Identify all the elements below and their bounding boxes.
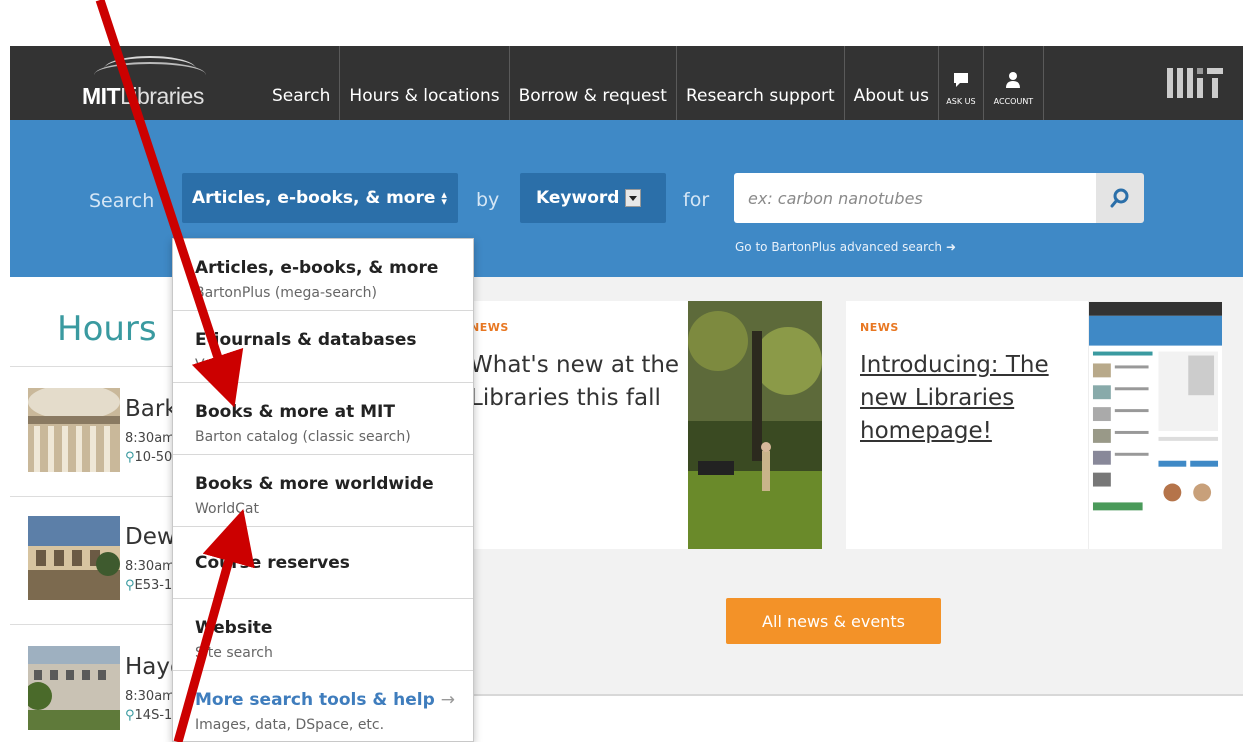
nav-hours-locations[interactable]: Hours & locations	[340, 46, 510, 120]
search-source-select[interactable]: Articles, e-books, & more ▴ ▾	[182, 173, 458, 223]
hours-title: Hours	[57, 309, 157, 349]
option-title: Course reserves	[195, 553, 350, 573]
logo-arc	[104, 56, 196, 82]
mit-libraries-logo[interactable]: MITLibraries	[82, 52, 218, 112]
user-icon	[1006, 72, 1021, 88]
map-pin-icon: ⚲	[125, 708, 135, 723]
divider	[470, 694, 1243, 696]
dropdown-option-ejournals[interactable]: E-journals & databases Vera	[173, 311, 473, 383]
news-headline[interactable]: What's new at the Libraries this fall	[470, 349, 680, 415]
location-item[interactable]: Hayden Library 8:30am ⚲14S-100	[28, 646, 301, 730]
search-label: Search	[89, 190, 155, 212]
nav-search[interactable]: Search	[272, 46, 341, 120]
advanced-search-label: Go to BartonPlus advanced search	[735, 240, 943, 254]
nav-research-support[interactable]: Research support	[677, 46, 845, 120]
option-title: More search tools & help	[195, 690, 435, 710]
arrow-right-icon: ➜	[946, 240, 957, 254]
option-subtitle: BartonPlus (mega-search)	[195, 285, 378, 301]
select-caret-icon: ▴ ▾	[441, 188, 447, 208]
news-headline[interactable]: Introducing: The new Libraries homepage!	[860, 349, 1080, 448]
nav-about-us[interactable]: About us	[845, 46, 939, 120]
for-label: for	[683, 189, 710, 211]
chat-bubble-icon	[953, 73, 968, 87]
dropdown-option-books-worldwide[interactable]: Books & more worldwide WorldCat	[173, 455, 473, 527]
news-card[interactable]: NEWS Introducing: The new Libraries home…	[846, 301, 1222, 549]
account-label: ACCOUNT	[993, 97, 1034, 106]
dropdown-option-articles[interactable]: Articles, e-books, & more BartonPlus (me…	[173, 239, 473, 311]
search-button[interactable]	[1096, 173, 1144, 223]
dropdown-option-books-mit[interactable]: Books & more at MIT Barton catalog (clas…	[173, 383, 473, 455]
location-item[interactable]: Barker Library 8:30am ⚲10-500	[28, 388, 288, 472]
ask-us-button[interactable]: ASK US	[939, 46, 984, 120]
dropdown-option-website[interactable]: Website Site search	[173, 599, 473, 671]
search-source-dropdown: Articles, e-books, & more BartonPlus (me…	[172, 238, 474, 742]
arrow-right-icon: →	[440, 690, 455, 710]
logo-mit-text: MIT	[82, 83, 121, 109]
option-title: Articles, e-books, & more	[195, 258, 439, 278]
top-nav-bar: MITLibraries Search Hours & locations Bo…	[10, 46, 1243, 120]
hayden-library-photo	[28, 646, 120, 730]
all-news-events-button[interactable]: All news & events	[726, 598, 941, 644]
by-label: by	[476, 189, 500, 211]
location-hours: 8:30am	[125, 559, 175, 574]
search-field-value: Keyword	[536, 188, 620, 208]
option-subtitle: WorldCat	[195, 501, 259, 517]
map-pin-icon: ⚲	[125, 450, 135, 465]
dewey-library-photo	[28, 516, 120, 600]
main-nav: Search Hours & locations Borrow & reques…	[272, 46, 1044, 120]
option-subtitle: Site search	[195, 645, 273, 661]
option-title: Books & more at MIT	[195, 402, 395, 422]
nav-borrow-request[interactable]: Borrow & request	[510, 46, 677, 120]
option-subtitle: Barton catalog (classic search)	[195, 429, 411, 445]
logo-libraries-text: Libraries	[120, 83, 204, 109]
option-title: Books & more worldwide	[195, 474, 434, 494]
dropdown-option-course-reserves[interactable]: Course reserves	[173, 527, 473, 599]
search-source-value: Articles, e-books, & more	[192, 188, 436, 208]
location-item[interactable]: Dewey Library 8:30am ⚲E53-100	[28, 516, 291, 600]
search-icon	[1110, 188, 1129, 208]
news-card[interactable]: NEWS What's new at the Libraries this fa…	[470, 301, 822, 549]
chevron-down-icon	[625, 189, 642, 207]
search-input[interactable]	[734, 173, 1096, 223]
search-field-select[interactable]: Keyword	[520, 173, 666, 223]
location-hours: 8:30am	[125, 431, 175, 446]
option-title: Website	[195, 618, 273, 638]
option-subtitle: Images, data, DSpace, etc.	[195, 717, 385, 733]
barker-library-photo	[28, 388, 120, 472]
advanced-search-link[interactable]: Go to BartonPlus advanced search ➜	[735, 240, 956, 254]
account-button[interactable]: ACCOUNT	[984, 46, 1044, 120]
map-pin-icon: ⚲	[125, 578, 135, 593]
option-subtitle: Vera	[195, 357, 227, 373]
mit-logo[interactable]	[1167, 68, 1223, 98]
ask-us-label: ASK US	[946, 97, 976, 106]
homepage-screenshot-thumbnail	[1088, 301, 1222, 549]
location-hours: 8:30am	[125, 689, 175, 704]
dropdown-option-more-tools[interactable]: More search tools & help → Images, data,…	[173, 671, 473, 742]
news-label: NEWS	[470, 321, 509, 334]
option-title: E-journals & databases	[195, 330, 417, 350]
news-photo	[688, 301, 822, 549]
news-label: NEWS	[860, 321, 899, 334]
